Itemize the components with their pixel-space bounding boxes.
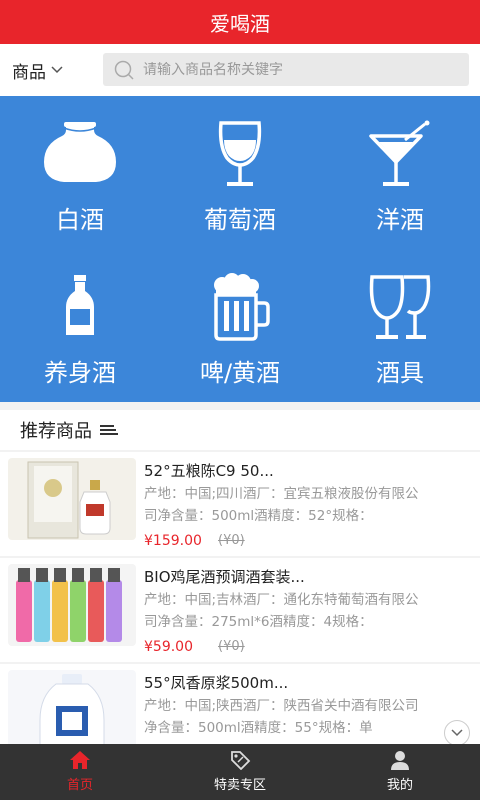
product-description: 产地：中国;四川酒厂：宜宾五粮液股份有限公司净含量：500ml酒精度：52°规格… <box>144 486 419 524</box>
product-original-price: (¥0) <box>218 639 245 654</box>
category-label: 养身酒 <box>44 359 116 387</box>
category-label: 啤/黄酒 <box>199 359 281 387</box>
tab-home[interactable]: 首页 <box>0 744 160 800</box>
product-name: BIO鸡尾酒预调酒套装... <box>144 568 305 586</box>
chevron-down-icon <box>51 66 63 74</box>
category-label: 酒具 <box>376 359 424 387</box>
category-grid: 白酒 葡萄酒 洋酒 养身酒 啤/黄酒 酒具 <box>0 96 480 402</box>
category-barware[interactable]: 酒具 <box>320 249 480 402</box>
category-wine[interactable]: 葡萄酒 <box>160 96 320 249</box>
category-health-liquor[interactable]: 养身酒 <box>0 249 160 402</box>
app-title-bar: 爱喝酒 <box>0 0 480 44</box>
product-item[interactable]: BIO鸡尾酒预调酒套装... 产地：中国;吉林酒厂：通化东特葡萄酒有限公司净含量… <box>0 558 480 662</box>
beer-mug-icon <box>214 273 270 341</box>
bottle-icon <box>66 275 94 335</box>
bottom-tab-bar: 首页 特卖专区 我的 <box>0 744 480 800</box>
product-item[interactable]: 55°凤香原浆500m... 产地：中国;陕西酒厂：陕西省关中酒有限公司净含量：… <box>0 664 480 744</box>
category-label: 洋酒 <box>376 206 424 234</box>
category-foreign-liquor[interactable]: 洋酒 <box>320 96 480 249</box>
product-name: 52°五粮陈C9 50... <box>144 462 274 480</box>
search-bar: 商品 <box>0 44 480 96</box>
product-name: 55°凤香原浆500m... <box>144 674 289 692</box>
scroll-down-button[interactable] <box>444 720 470 746</box>
product-price: ¥159.00 <box>144 533 202 549</box>
product-price: ¥59.00 <box>144 639 193 655</box>
category-beer[interactable]: 啤/黄酒 <box>160 249 320 402</box>
baijiu-jar-icon <box>44 122 116 182</box>
product-description: 产地：中国;吉林酒厂：通化东特葡萄酒有限公司净含量：275ml*6酒精度：4规格… <box>144 592 419 630</box>
product-item[interactable]: 52°五粮陈C9 50... 产地：中国;四川酒厂：宜宾五粮液股份有限公司净含量… <box>0 452 480 556</box>
category-label: 白酒 <box>56 206 104 234</box>
category-label: 葡萄酒 <box>204 206 276 234</box>
home-icon <box>70 751 90 769</box>
recommend-title: 推荐商品 <box>20 421 92 442</box>
product-description: 产地：中国;陕西酒厂：陕西省关中酒有限公司净含量：500ml酒精度：55°规格：… <box>144 698 419 736</box>
list-icon <box>100 425 118 435</box>
tab-special-sale[interactable]: 特卖专区 <box>160 744 320 800</box>
tab-mine[interactable]: 我的 <box>320 744 480 800</box>
product-image <box>8 670 136 744</box>
product-original-price: (¥0) <box>218 533 245 548</box>
price-tag-icon <box>231 751 251 770</box>
category-dropdown[interactable]: 商品 <box>12 44 64 96</box>
product-list: 52°五粮陈C9 50... 产地：中国;四川酒厂：宜宾五粮液股份有限公司净含量… <box>0 452 480 744</box>
category-dropdown-label: 商品 <box>12 62 46 83</box>
product-image <box>8 458 136 540</box>
tab-label: 我的 <box>386 778 413 793</box>
product-image <box>8 564 136 646</box>
glasses-icon <box>369 275 431 339</box>
tab-label: 特卖专区 <box>213 778 266 793</box>
search-icon <box>114 60 134 80</box>
category-baijiu[interactable]: 白酒 <box>0 96 160 249</box>
app-title: 爱喝酒 <box>210 11 270 36</box>
chevron-down-icon <box>451 729 463 737</box>
recommend-header: 推荐商品 <box>0 410 480 450</box>
cocktail-glass-icon <box>369 120 430 186</box>
search-input[interactable] <box>143 61 443 78</box>
user-icon <box>391 751 409 770</box>
search-box[interactable] <box>103 53 469 86</box>
tab-label: 首页 <box>66 778 93 793</box>
wine-glass-icon <box>218 121 262 186</box>
